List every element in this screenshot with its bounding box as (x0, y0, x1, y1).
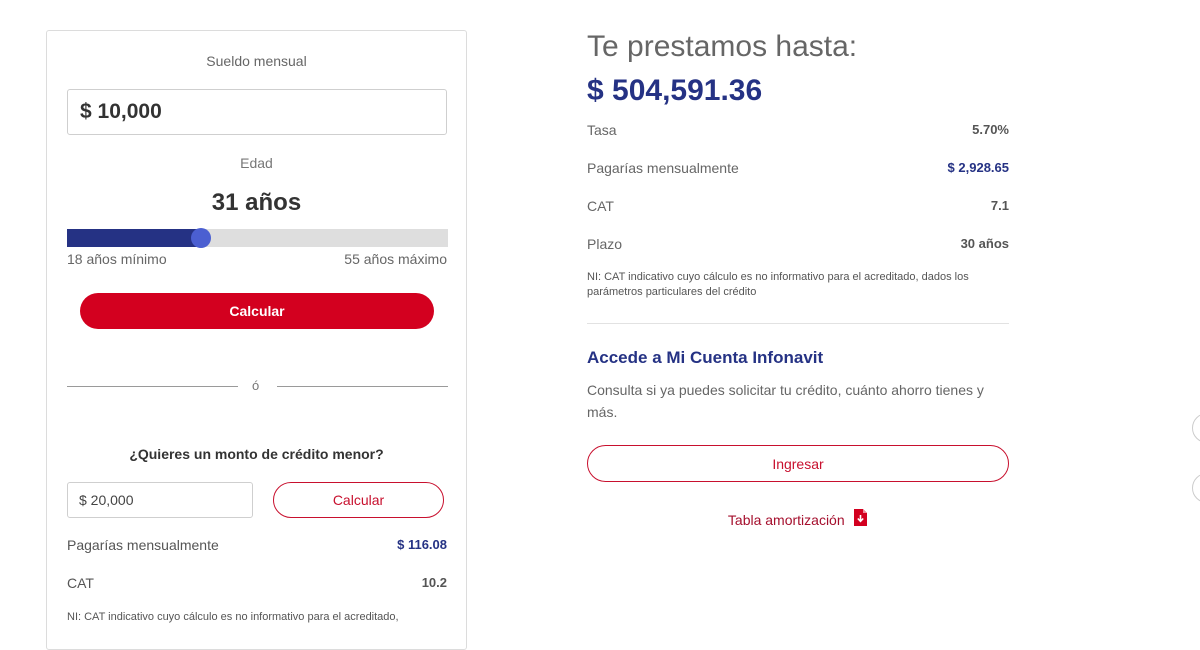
age-value: 31 años (211, 189, 302, 216)
term-label: Plazo (587, 236, 623, 252)
amortization-link[interactable]: Tabla amortización (587, 508, 1009, 532)
result-headline: Te prestamos hasta: (587, 30, 858, 63)
calculate-button[interactable]: Calcular (80, 293, 434, 329)
section-divider (587, 323, 1009, 324)
amortization-link-text[interactable]: Tabla amortización (728, 512, 845, 528)
smaller-amount-input[interactable]: $ 20,000 (67, 482, 253, 518)
age-max-label: 55 años máximo (344, 251, 447, 267)
divider-or-text: ó (252, 378, 260, 393)
monthly-payment-label: Pagarías mensualmente (587, 160, 739, 176)
smaller-cat-label: CAT (67, 575, 94, 591)
divider-line-right (277, 386, 448, 387)
account-description: Consulta si ya puedes solicitar tu crédi… (587, 382, 984, 420)
smaller-monthly-label: Pagarías mensualmente (67, 537, 219, 553)
side-scroll-button[interactable] (1192, 473, 1200, 503)
age-slider-handle[interactable] (190, 228, 211, 248)
age-slider[interactable] (67, 228, 448, 248)
result-amount: $ 504,591.36 (587, 74, 763, 107)
smaller-cat-note: NI: CAT indicativo cuyo cálculo es no in… (67, 611, 399, 623)
smaller-credit-question: ¿Quieres un monto de crédito menor? (129, 446, 384, 462)
cat-label: CAT (587, 198, 614, 214)
side-scroll-button[interactable] (1192, 413, 1200, 443)
salary-label: Sueldo mensual (206, 53, 307, 69)
divider-line-left (67, 386, 238, 387)
smaller-calculate-button[interactable]: Calcular (273, 482, 444, 518)
smaller-monthly-value: $ 116.08 (397, 537, 447, 552)
age-label: Edad (240, 155, 273, 171)
term-value: 30 años (960, 236, 1009, 251)
cat-value: 7.1 (990, 198, 1009, 213)
monthly-payment-value: $ 2,928.65 (947, 160, 1009, 175)
cat-note: NI: CAT indicativo cuyo cálculo es no in… (587, 271, 969, 298)
login-button[interactable]: Ingresar (587, 445, 1009, 482)
calculator-card: Sueldo mensual $ 10,000 Edad 31 años 18 … (46, 30, 467, 650)
pdf-download-icon[interactable] (853, 508, 868, 532)
salary-input[interactable]: $ 10,000 (67, 89, 447, 135)
rate-label: Tasa (587, 122, 617, 138)
smaller-cat-value: 10.2 (421, 575, 447, 590)
account-title: Accede a Mi Cuenta Infonavit (587, 348, 824, 367)
age-slider-fill (67, 229, 201, 247)
rate-value: 5.70% (972, 122, 1009, 137)
age-min-label: 18 años mínimo (67, 251, 167, 267)
